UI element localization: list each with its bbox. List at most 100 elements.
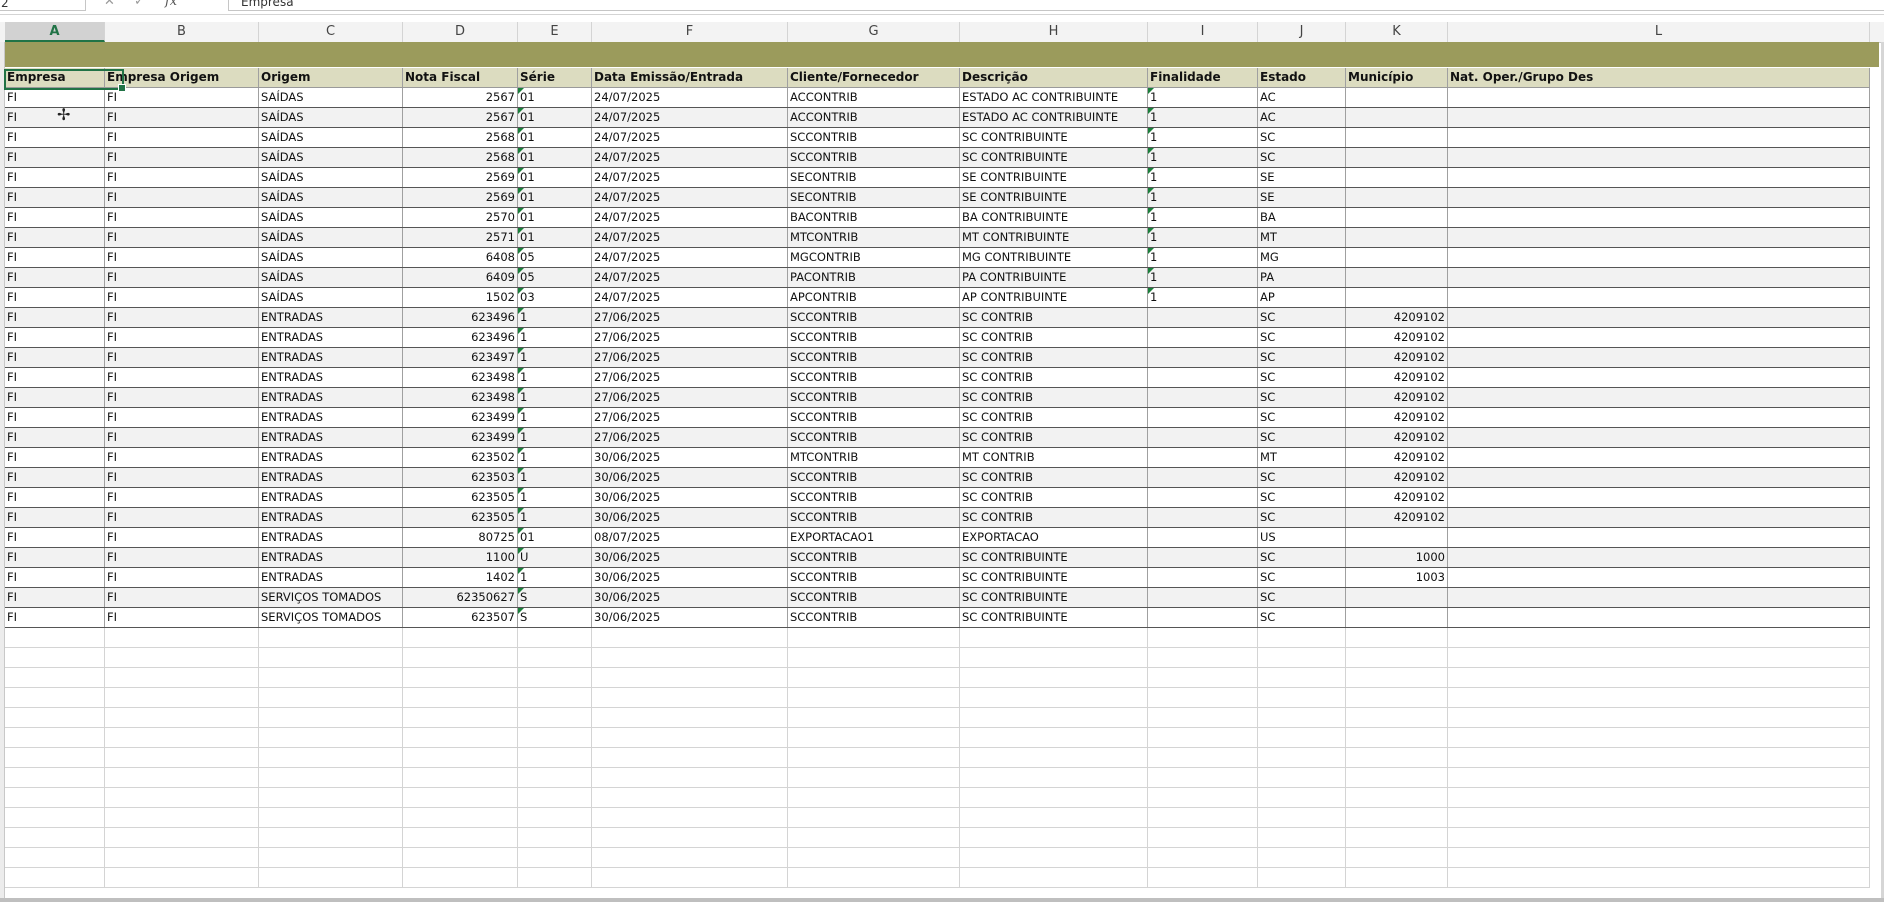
table-cell[interactable]: FI: [5, 528, 105, 547]
table-cell[interactable]: [1148, 348, 1258, 367]
empty-cell[interactable]: [5, 648, 105, 667]
empty-cell[interactable]: [1448, 628, 1870, 647]
table-cell[interactable]: SC CONTRIBUINTE: [960, 588, 1148, 607]
table-cell[interactable]: 4209102: [1346, 368, 1448, 387]
table-cell[interactable]: EXPORTACAO: [960, 528, 1148, 547]
table-cell[interactable]: MTCONTRIB: [788, 448, 960, 467]
table-cell[interactable]: SAÍDAS: [259, 88, 403, 107]
table-cell[interactable]: ESTADO AC CONTRIBUINTE: [960, 108, 1148, 127]
table-cell[interactable]: FI: [5, 308, 105, 327]
empty-cell[interactable]: [1148, 788, 1258, 807]
table-cell[interactable]: SC CONTRIB: [960, 368, 1148, 387]
table-cell[interactable]: [1448, 408, 1870, 427]
table-cell[interactable]: 623502: [403, 448, 518, 467]
table-cell[interactable]: 2568: [403, 148, 518, 167]
table-cell[interactable]: FI: [105, 188, 259, 207]
empty-cell[interactable]: [1448, 848, 1870, 867]
table-cell[interactable]: 1000: [1346, 548, 1448, 567]
table-cell[interactable]: 2568: [403, 128, 518, 147]
empty-cell[interactable]: [788, 788, 960, 807]
table-cell[interactable]: 4209102: [1346, 488, 1448, 507]
insert-function-icon[interactable]: fx: [165, 0, 177, 9]
empty-cell[interactable]: [403, 728, 518, 747]
empty-cell[interactable]: [1148, 708, 1258, 727]
table-cell[interactable]: SAÍDAS: [259, 268, 403, 287]
table-cell[interactable]: [1148, 328, 1258, 347]
empty-cell[interactable]: [518, 748, 592, 767]
table-cell[interactable]: SE CONTRIBUINTE: [960, 168, 1148, 187]
empty-cell[interactable]: [592, 708, 788, 727]
empty-cell[interactable]: [105, 808, 259, 827]
table-cell[interactable]: SAÍDAS: [259, 248, 403, 267]
table-cell[interactable]: SC: [1258, 148, 1346, 167]
empty-cell[interactable]: [403, 748, 518, 767]
table-cell[interactable]: [1148, 388, 1258, 407]
table-cell[interactable]: 01: [518, 168, 592, 187]
table-cell[interactable]: 4209102: [1346, 328, 1448, 347]
table-cell[interactable]: FI: [105, 328, 259, 347]
table-cell[interactable]: [1148, 488, 1258, 507]
table-cell[interactable]: ENTRADAS: [259, 468, 403, 487]
table-cell[interactable]: 623496: [403, 328, 518, 347]
table-cell[interactable]: SCCONTRIB: [788, 468, 960, 487]
empty-cell[interactable]: [788, 768, 960, 787]
table-cell[interactable]: [1448, 248, 1870, 267]
table-cell[interactable]: ACCONTRIB: [788, 108, 960, 127]
empty-cell[interactable]: [592, 868, 788, 887]
empty-cell[interactable]: [1258, 828, 1346, 847]
table-cell[interactable]: SCCONTRIB: [788, 328, 960, 347]
empty-cell[interactable]: [960, 828, 1148, 847]
table-cell[interactable]: [1346, 528, 1448, 547]
empty-cell[interactable]: [1258, 868, 1346, 887]
table-cell[interactable]: FI: [105, 388, 259, 407]
table-cell[interactable]: 1: [518, 308, 592, 327]
table-cell[interactable]: FI: [105, 168, 259, 187]
table-cell[interactable]: [1148, 468, 1258, 487]
empty-cell[interactable]: [1346, 828, 1448, 847]
empty-cell[interactable]: [5, 768, 105, 787]
empty-cell[interactable]: [1448, 768, 1870, 787]
empty-cell[interactable]: [592, 768, 788, 787]
empty-cell[interactable]: [5, 828, 105, 847]
empty-cell[interactable]: [518, 728, 592, 747]
table-cell[interactable]: FI: [5, 388, 105, 407]
empty-cell[interactable]: [105, 728, 259, 747]
table-cell[interactable]: SC CONTRIB: [960, 348, 1148, 367]
table-cell[interactable]: AC: [1258, 108, 1346, 127]
empty-cell[interactable]: [788, 748, 960, 767]
empty-cell[interactable]: [1258, 668, 1346, 687]
table-cell[interactable]: FI: [5, 228, 105, 247]
table-cell[interactable]: [1148, 548, 1258, 567]
table-cell[interactable]: FI: [5, 128, 105, 147]
table-cell[interactable]: [1346, 148, 1448, 167]
table-cell[interactable]: SC: [1258, 388, 1346, 407]
table-cell[interactable]: 1: [1148, 188, 1258, 207]
table-cell[interactable]: FI: [105, 348, 259, 367]
table-cell[interactable]: FI: [5, 508, 105, 527]
table-cell[interactable]: [1448, 108, 1870, 127]
table-cell[interactable]: FI: [5, 108, 105, 127]
empty-cell[interactable]: [1448, 688, 1870, 707]
table-cell[interactable]: 1100: [403, 548, 518, 567]
table-cell[interactable]: S: [518, 608, 592, 627]
table-cell[interactable]: 6409: [403, 268, 518, 287]
empty-cell[interactable]: [1148, 748, 1258, 767]
table-cell[interactable]: ENTRADAS: [259, 508, 403, 527]
enter-icon[interactable]: ✓: [134, 0, 145, 9]
table-cell[interactable]: 24/07/2025: [592, 188, 788, 207]
horizontal-scrollbar[interactable]: [0, 898, 1884, 902]
empty-cell[interactable]: [1448, 788, 1870, 807]
table-cell[interactable]: SC CONTRIB: [960, 328, 1148, 347]
table-cell[interactable]: 2567: [403, 88, 518, 107]
empty-cell[interactable]: [592, 628, 788, 647]
empty-cell[interactable]: [5, 748, 105, 767]
table-cell[interactable]: SECONTRIB: [788, 168, 960, 187]
table-cell[interactable]: ACCONTRIB: [788, 88, 960, 107]
table-cell[interactable]: FI: [5, 448, 105, 467]
table-cell[interactable]: [1148, 608, 1258, 627]
table-cell[interactable]: FI: [5, 148, 105, 167]
table-cell[interactable]: [1448, 288, 1870, 307]
table-cell[interactable]: 1: [518, 348, 592, 367]
table-cell[interactable]: FI: [5, 288, 105, 307]
table-cell[interactable]: [1448, 128, 1870, 147]
